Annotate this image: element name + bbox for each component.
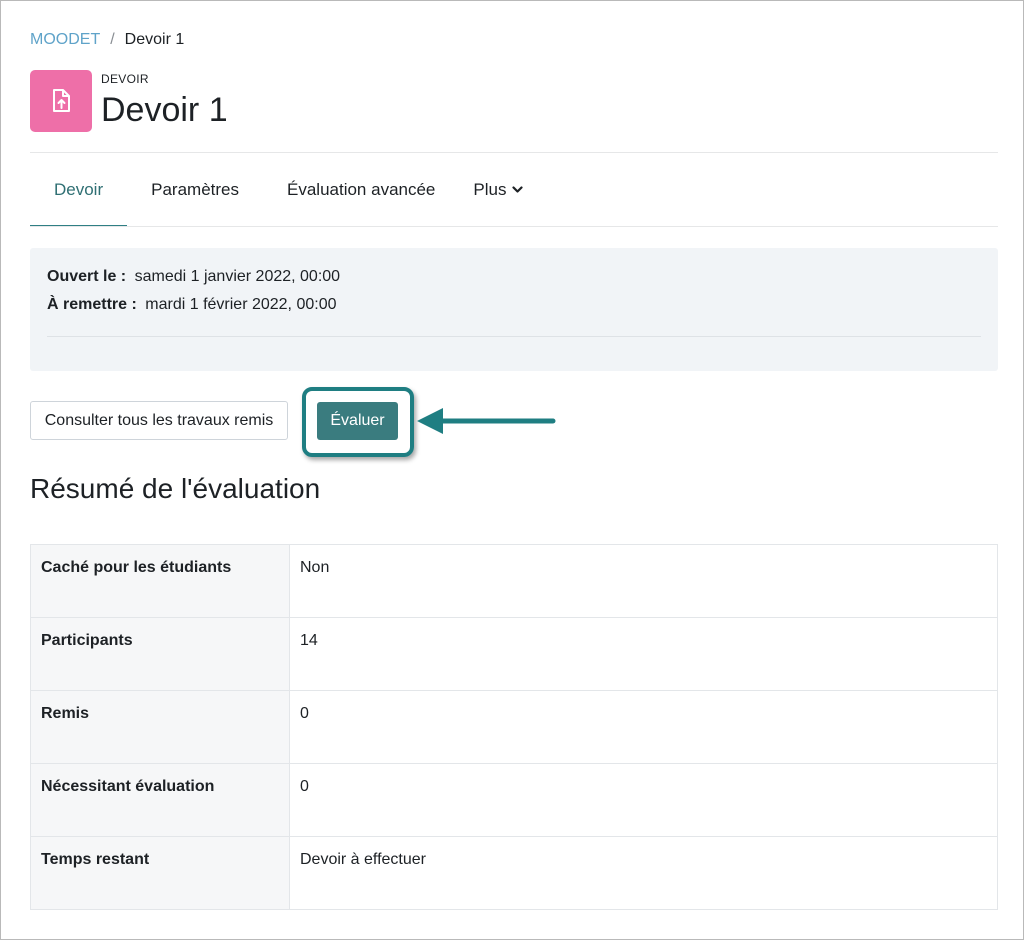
assignment-upload-icon bbox=[30, 70, 92, 132]
tab-evaluation-avancee[interactable]: Évaluation avancée bbox=[263, 154, 459, 226]
row-label: Remis bbox=[30, 690, 290, 764]
row-label: Caché pour les étudiants bbox=[30, 544, 290, 618]
breadcrumb-current: Devoir 1 bbox=[124, 31, 185, 48]
table-row: Caché pour les étudiants Non bbox=[30, 544, 998, 618]
breadcrumb-course-link[interactable]: MOODET bbox=[30, 31, 100, 49]
breadcrumb-separator: / bbox=[110, 31, 115, 48]
date-due-value: mardi 1 février 2022, 00:00 bbox=[145, 296, 337, 313]
page-title: Devoir 1 bbox=[101, 91, 228, 129]
page-frame: MOODET / Devoir 1 DEVOIR Devoir 1 Devoir… bbox=[0, 0, 1024, 940]
tab-plus[interactable]: Plus bbox=[459, 154, 547, 226]
view-all-submissions-button[interactable]: Consulter tous les travaux remis bbox=[30, 401, 288, 440]
activity-type-label: DEVOIR bbox=[101, 72, 149, 86]
row-value: Devoir à effectuer bbox=[289, 836, 998, 910]
pointer-arrow-icon bbox=[417, 408, 556, 434]
secondary-navigation: Devoir Paramètres Évaluation avancée Plu… bbox=[30, 154, 547, 227]
tab-label: Plus bbox=[473, 180, 507, 199]
row-label: Temps restant bbox=[30, 836, 290, 910]
tab-label: Paramètres bbox=[151, 180, 239, 199]
date-due-label: À remettre : bbox=[47, 296, 137, 313]
date-due: À remettre : mardi 1 février 2022, 00:00 bbox=[47, 296, 336, 314]
table-row: Remis 0 bbox=[30, 690, 998, 764]
table-row: Nécessitant évaluation 0 bbox=[30, 763, 998, 837]
date-opened: Ouvert le : samedi 1 janvier 2022, 00:00 bbox=[47, 268, 340, 286]
tab-devoir[interactable]: Devoir bbox=[30, 154, 128, 227]
row-value: 0 bbox=[289, 690, 998, 764]
grading-summary-table: Caché pour les étudiants Non Participant… bbox=[30, 544, 998, 910]
row-value: 0 bbox=[289, 763, 998, 837]
tabs-divider bbox=[30, 226, 998, 227]
row-value: 14 bbox=[289, 617, 998, 691]
activity-dates: Ouvert le : samedi 1 janvier 2022, 00:00… bbox=[30, 248, 998, 371]
table-row: Participants 14 bbox=[30, 617, 998, 691]
date-opened-value: samedi 1 janvier 2022, 00:00 bbox=[134, 268, 341, 285]
tab-label: Devoir bbox=[54, 179, 104, 199]
tab-label: Évaluation avancée bbox=[287, 180, 436, 199]
tab-parametres[interactable]: Paramètres bbox=[127, 154, 263, 226]
header-divider bbox=[30, 152, 998, 153]
table-row: Temps restant Devoir à effectuer bbox=[30, 836, 998, 910]
row-label: Participants bbox=[30, 617, 290, 691]
row-label: Nécessitant évaluation bbox=[30, 763, 290, 837]
summary-title: Résumé de l'évaluation bbox=[30, 473, 321, 504]
row-value: Non bbox=[289, 544, 998, 618]
dates-divider bbox=[47, 336, 981, 337]
date-opened-label: Ouvert le : bbox=[47, 268, 127, 285]
chevron-down-icon bbox=[512, 186, 524, 194]
activity-header: DEVOIR Devoir 1 bbox=[30, 70, 228, 132]
breadcrumb: MOODET / Devoir 1 bbox=[30, 31, 184, 49]
grade-button[interactable]: Évaluer bbox=[317, 402, 398, 440]
